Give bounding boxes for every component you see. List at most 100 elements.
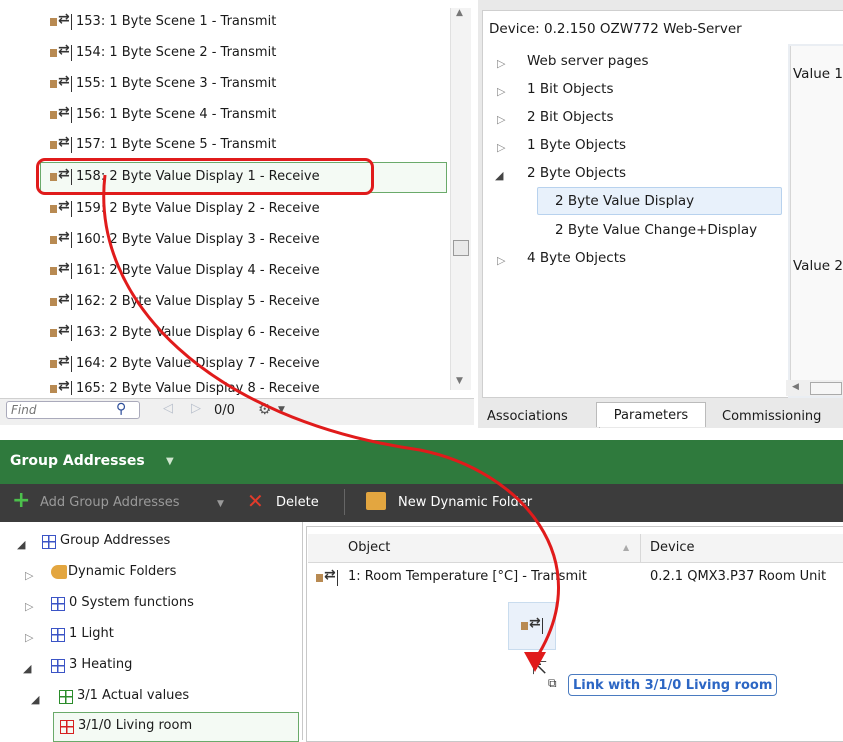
group-addresses-title[interactable]: Group Addresses xyxy=(10,453,145,469)
object-row[interactable]: ⇄ 155: 1 Byte Scene 3 - Transmit xyxy=(48,71,276,95)
add-icon[interactable]: + xyxy=(12,490,30,512)
tree-item-2-byte-value-change-display[interactable]: 2 Byte Value Change+Display xyxy=(555,222,757,238)
object-list-scrollbar[interactable]: ▲ ▼ xyxy=(450,8,471,390)
sort-icon[interactable]: ▲ xyxy=(623,543,629,552)
object-row[interactable]: ⇄ 157: 1 Byte Scene 5 - Transmit xyxy=(48,132,276,156)
group-addresses-icon xyxy=(42,535,56,549)
group-icon xyxy=(51,659,65,673)
object-row-label: 155: 1 Byte Scene 3 - Transmit xyxy=(76,75,277,91)
object-row[interactable]: ⇄ 154: 1 Byte Scene 2 - Transmit xyxy=(48,40,276,64)
parameter-pane-content xyxy=(790,46,843,384)
object-row[interactable]: ⇄ 153: 1 Byte Scene 1 - Transmit xyxy=(48,9,276,33)
collapse-icon[interactable]: ◢ xyxy=(17,538,25,551)
table-row[interactable]: ⇄ 1: Room Temperature [°C] - Transmit 0.… xyxy=(308,564,843,590)
tree-item-web-server-pages[interactable]: Web server pages xyxy=(527,53,649,69)
object-row[interactable]: ⇄ 159: 2 Byte Value Display 2 - Receive xyxy=(48,196,320,220)
scroll-up-icon[interactable]: ▲ xyxy=(456,8,463,18)
object-icon: ⇄ xyxy=(48,353,74,372)
tree-item-living-room[interactable]: 3/1/0 Living room xyxy=(78,718,192,733)
object-icon: ⇄ xyxy=(48,381,74,395)
chevron-down-icon[interactable]: ▼ xyxy=(278,405,285,415)
object-icon: ⇄ xyxy=(48,104,74,123)
object-row[interactable]: ⇄ 156: 1 Byte Scene 4 - Transmit xyxy=(48,102,276,126)
collapse-icon[interactable]: ◢ xyxy=(23,662,31,675)
group-icon xyxy=(51,597,65,611)
collapse-icon[interactable]: ◢ xyxy=(31,693,39,706)
tree-item-2-byte-objects[interactable]: 2 Byte Objects xyxy=(527,165,626,181)
tab-commissioning[interactable]: Commissioning xyxy=(708,404,843,428)
scrollbar-thumb[interactable] xyxy=(810,382,842,395)
object-row-label: 164: 2 Byte Value Display 7 - Receive xyxy=(76,355,320,371)
delete-icon[interactable]: ✕ xyxy=(247,490,264,512)
new-dynamic-folder-button[interactable]: New Dynamic Folder xyxy=(398,495,532,510)
find-count: 0/0 xyxy=(214,403,235,418)
object-row-label: 153: 1 Byte Scene 1 - Transmit xyxy=(76,13,277,29)
tree-item-1-bit-objects[interactable]: 1 Bit Objects xyxy=(527,81,613,97)
object-row-label: 160: 2 Byte Value Display 3 - Receive xyxy=(76,231,320,247)
expand-icon[interactable]: ▷ xyxy=(497,113,505,126)
gear-icon[interactable]: ⚙ xyxy=(258,400,271,418)
object-row-label: 163: 2 Byte Value Display 6 - Receive xyxy=(76,324,320,340)
collapse-icon[interactable]: ◢ xyxy=(495,169,503,182)
expand-icon[interactable]: ▷ xyxy=(25,600,33,613)
tree-item-2-byte-value-display[interactable]: 2 Byte Value Display xyxy=(555,193,694,209)
tree-item-heating[interactable]: 3 Heating xyxy=(69,657,132,672)
add-group-addresses-button[interactable]: Add Group Addresses xyxy=(40,495,180,510)
object-row[interactable]: ⇄ 164: 2 Byte Value Display 7 - Receive xyxy=(48,351,320,375)
drag-ghost-object: ⇄ xyxy=(508,602,556,650)
table-cell-device: 0.2.1 QMX3.P37 Room Unit xyxy=(650,569,827,584)
group-icon xyxy=(51,628,65,642)
tree-item-light[interactable]: 1 Light xyxy=(69,626,114,641)
find-previous-icon[interactable]: ◁ xyxy=(163,401,173,416)
scroll-left-icon[interactable]: ◀ xyxy=(792,382,799,392)
object-row[interactable]: ⇄ 165: 2 Byte Value Display 8 - Receive xyxy=(48,381,320,395)
object-icon: ⇄ xyxy=(48,260,74,279)
object-row[interactable]: ⇄ 161: 2 Byte Value Display 4 - Receive xyxy=(48,258,320,282)
chevron-down-icon[interactable]: ▼ xyxy=(217,499,224,509)
expand-icon[interactable]: ▷ xyxy=(25,569,33,582)
scroll-down-icon[interactable]: ▼ xyxy=(456,376,463,386)
object-row[interactable]: ⇄ 163: 2 Byte Value Display 6 - Receive xyxy=(48,320,320,344)
search-icon[interactable]: ⚲ xyxy=(116,401,126,417)
object-row-label: 156: 1 Byte Scene 4 - Transmit xyxy=(76,106,277,122)
tree-item-dynamic-folders[interactable]: Dynamic Folders xyxy=(68,564,176,579)
object-row[interactable]: ⇄ 160: 2 Byte Value Display 3 - Receive xyxy=(48,227,320,251)
expand-icon[interactable]: ▷ xyxy=(497,85,505,98)
object-icon: ⇄ xyxy=(519,615,545,634)
group-address-tree xyxy=(0,522,303,740)
delete-button[interactable]: Delete xyxy=(276,495,319,510)
tree-item-2-bit-objects[interactable]: 2 Bit Objects xyxy=(527,109,613,125)
object-row-label: 157: 1 Byte Scene 5 - Transmit xyxy=(76,136,277,152)
value-1-label: Value 1 xyxy=(793,66,843,82)
tab-associations[interactable]: Associations xyxy=(482,404,600,428)
parameter-hscrollbar[interactable]: ◀ xyxy=(786,380,843,396)
object-row-label: 162: 2 Byte Value Display 5 - Receive xyxy=(76,293,320,309)
object-icon: ⇄ xyxy=(48,322,74,341)
expand-icon[interactable]: ▷ xyxy=(497,254,505,267)
tree-item-system-functions[interactable]: 0 System functions xyxy=(69,595,194,610)
table-cell-object: 1: Room Temperature [°C] - Transmit xyxy=(348,569,587,584)
scrollbar-thumb[interactable] xyxy=(453,240,469,256)
find-next-icon[interactable]: ▷ xyxy=(191,401,201,416)
object-icon: ⇄ xyxy=(48,42,74,61)
dynamic-folder-icon[interactable] xyxy=(366,492,386,510)
tree-item-actual-values[interactable]: 3/1 Actual values xyxy=(77,688,189,703)
object-row-label: 161: 2 Byte Value Display 4 - Receive xyxy=(76,262,320,278)
link-badge-icon: ⧉ xyxy=(548,676,557,690)
column-divider[interactable] xyxy=(640,534,641,562)
object-icon: ⇄ xyxy=(48,11,74,30)
object-row-label: 154: 1 Byte Scene 2 - Transmit xyxy=(76,44,277,60)
tab-parameters[interactable]: Parameters xyxy=(596,402,706,427)
expand-icon[interactable]: ▷ xyxy=(497,57,505,70)
column-device[interactable]: Device xyxy=(650,540,694,555)
expand-icon[interactable]: ▷ xyxy=(25,631,33,644)
object-icon: ⇄ xyxy=(48,134,74,153)
tree-item-group-addresses[interactable]: Group Addresses xyxy=(60,533,170,548)
chevron-down-icon[interactable]: ▼ xyxy=(166,456,174,467)
object-row[interactable]: ⇄ 162: 2 Byte Value Display 5 - Receive xyxy=(48,289,320,313)
tree-item-4-byte-objects[interactable]: 4 Byte Objects xyxy=(527,250,626,266)
tree-item-1-byte-objects[interactable]: 1 Byte Objects xyxy=(527,137,626,153)
expand-icon[interactable]: ▷ xyxy=(497,141,505,154)
selection-callout-box xyxy=(36,158,374,195)
column-object[interactable]: Object xyxy=(348,540,390,555)
